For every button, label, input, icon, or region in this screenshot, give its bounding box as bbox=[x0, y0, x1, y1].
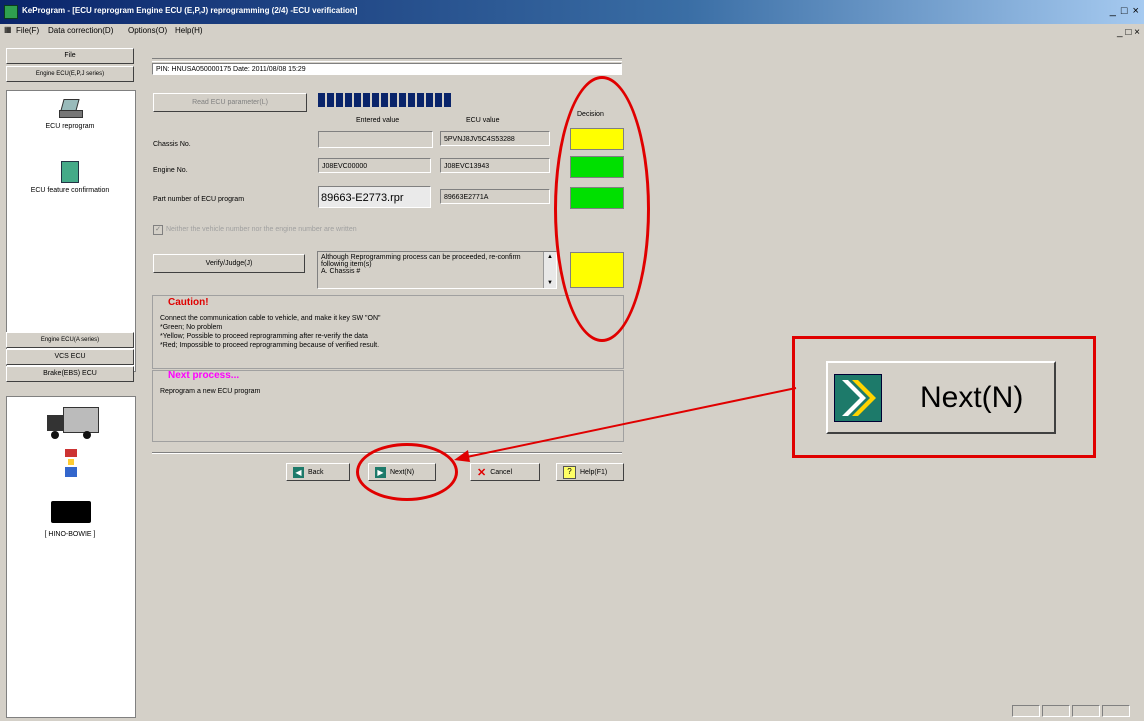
info-field: PIN: HNUSA050000175 Date: 2011/08/08 15:… bbox=[152, 63, 622, 75]
part-number-label: Part number of ECU program bbox=[153, 196, 245, 203]
engine-label: Engine No. bbox=[153, 167, 188, 174]
chassis-ecu-field: 5PVNJ8JV5C4S53288 bbox=[440, 131, 550, 146]
caution-line: Connect the communication cable to vehic… bbox=[160, 315, 381, 322]
progress-bar bbox=[318, 93, 453, 109]
header-divider bbox=[152, 58, 622, 62]
write-checkbox[interactable]: ✓ bbox=[153, 225, 163, 235]
progress-segment bbox=[327, 93, 334, 107]
col-entered-header: Entered value bbox=[356, 117, 400, 124]
progress-segment bbox=[372, 93, 379, 107]
progress-segment bbox=[426, 93, 433, 107]
sidebar-vcs-button[interactable]: VCS ECU bbox=[6, 349, 134, 365]
status-cell bbox=[1042, 705, 1070, 717]
menu-data-correction[interactable]: Data correction(D) bbox=[48, 26, 113, 35]
window-title: KeProgram - [ECU reprogram Engine ECU (E… bbox=[22, 6, 358, 15]
caution-line: *Red; Impossible to proceed reprogrammin… bbox=[160, 342, 380, 349]
progress-segment bbox=[399, 93, 406, 107]
app-icon bbox=[4, 5, 18, 19]
ecu-reprogram-label: ECU reprogram bbox=[45, 123, 95, 130]
back-arrow-icon: ◀ bbox=[293, 466, 304, 478]
verify-message-scrollbar[interactable]: ▲ ▼ bbox=[543, 252, 556, 288]
checkbox-label: Neither the vehicle number nor the engin… bbox=[166, 226, 357, 233]
chassis-entered-field bbox=[318, 131, 433, 148]
next-process-title: Next process... bbox=[168, 370, 240, 381]
next-process-text: Reprogram a new ECU program bbox=[160, 388, 261, 395]
engine-ecu-field: J08EVC13943 bbox=[440, 158, 550, 173]
ecu-reprogram-tool[interactable]: ECU reprogram bbox=[7, 99, 133, 130]
mdi-controls[interactable]: _ □ × bbox=[1117, 27, 1140, 38]
caution-line: *Green; No problem bbox=[160, 324, 223, 331]
sidebar-engine-a-button[interactable]: Engine ECU(A series) bbox=[6, 332, 134, 348]
sidebar-file-button[interactable]: File bbox=[6, 48, 134, 64]
ecu-module-icon bbox=[61, 161, 79, 183]
zoomed-next-button: Next(N) bbox=[826, 361, 1056, 434]
ecu-device-icon bbox=[51, 501, 91, 523]
window-controls[interactable]: _ □ × bbox=[1110, 5, 1140, 17]
caution-line: *Yellow; Possible to proceed reprogrammi… bbox=[160, 333, 368, 340]
progress-segment bbox=[345, 93, 352, 107]
vehicle-label: [ HINO-BOWIE ] bbox=[44, 531, 96, 538]
zoomed-next-arrow-icon bbox=[834, 373, 882, 422]
status-cell bbox=[1072, 705, 1100, 717]
caution-text: Connect the communication cable to vehic… bbox=[160, 314, 381, 350]
callout-arrow bbox=[454, 387, 797, 462]
progress-segment bbox=[417, 93, 424, 107]
scroll-down-icon[interactable]: ▼ bbox=[544, 278, 556, 288]
progress-segment bbox=[354, 93, 361, 107]
progress-segment bbox=[336, 93, 343, 107]
sidebar-brake-button[interactable]: Brake(EBS) ECU bbox=[6, 366, 134, 382]
laptop-icon bbox=[59, 99, 83, 119]
progress-segment bbox=[408, 93, 415, 107]
menu-options[interactable]: Options(O) bbox=[128, 26, 167, 35]
chassis-label: Chassis No. bbox=[153, 141, 191, 148]
progress-segment bbox=[435, 93, 442, 107]
read-ecu-button[interactable]: Read ECU parameter(L) bbox=[153, 93, 307, 112]
back-label: Back bbox=[308, 468, 324, 476]
cable-connector-icon bbox=[65, 449, 77, 479]
engine-entered-field: J08EVC00000 bbox=[318, 158, 431, 173]
back-button[interactable]: ◀ Back bbox=[286, 463, 350, 481]
ecu-feature-confirmation-tool[interactable]: ECU feature confirmation bbox=[7, 161, 133, 194]
decision-highlight-oval bbox=[554, 76, 650, 342]
progress-segment bbox=[318, 93, 325, 107]
ecu-feature-label: ECU feature confirmation bbox=[30, 187, 110, 194]
progress-segment bbox=[381, 93, 388, 107]
status-bar bbox=[1012, 705, 1130, 717]
caution-title: Caution! bbox=[168, 297, 209, 308]
sidebar-engine-epj-button[interactable]: Engine ECU(E,P,J series) bbox=[6, 66, 134, 82]
status-cell bbox=[1012, 705, 1040, 717]
verify-message-box: Although Reprogramming process can be pr… bbox=[317, 251, 557, 289]
status-cell bbox=[1102, 705, 1130, 717]
truck-icon bbox=[47, 407, 99, 441]
verify-judge-button[interactable]: Verify/Judge(J) bbox=[153, 254, 305, 273]
progress-segment bbox=[363, 93, 370, 107]
part-number-entered-field: 89663-E2773.rpr bbox=[318, 186, 431, 208]
menu-file[interactable]: File(F) bbox=[16, 26, 39, 35]
zoomed-next-label: Next(N) bbox=[920, 380, 1024, 414]
col-ecu-header: ECU value bbox=[466, 117, 500, 124]
progress-segment bbox=[390, 93, 397, 107]
scroll-up-icon[interactable]: ▲ bbox=[544, 252, 556, 262]
menu-help[interactable]: Help(H) bbox=[175, 26, 203, 35]
progress-segment bbox=[444, 93, 451, 107]
mdi-icon: ▦ bbox=[4, 25, 12, 34]
part-number-ecu-field: 89663E2771A bbox=[440, 189, 550, 204]
sidebar: File Engine ECU(E,P,J series) ECU reprog… bbox=[6, 44, 136, 718]
menu-bar bbox=[0, 24, 1144, 38]
vehicle-panel: [ HINO-BOWIE ] bbox=[6, 396, 136, 718]
sidebar-tool-panel: ECU reprogram ECU feature confirmation bbox=[6, 90, 136, 372]
